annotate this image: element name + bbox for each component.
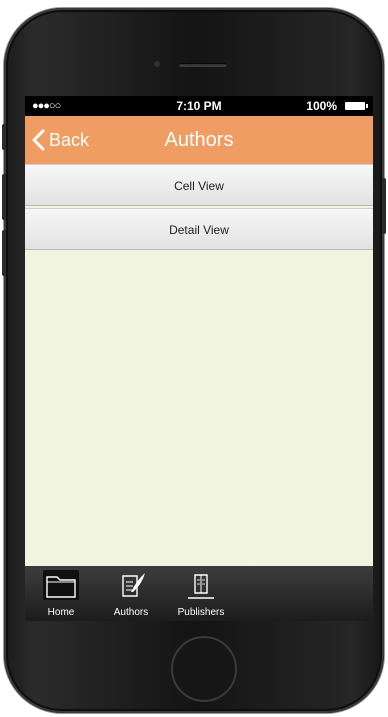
quill-icon xyxy=(122,573,145,597)
tab-publishers-label: Publishers xyxy=(177,607,225,618)
front-camera xyxy=(154,61,160,67)
back-button[interactable]: Back xyxy=(31,128,89,152)
home-button[interactable] xyxy=(171,636,237,702)
tab-home-label: Home xyxy=(47,607,75,618)
volume-down-button xyxy=(2,230,6,276)
tab-authors[interactable]: Authors xyxy=(95,566,167,621)
status-bar: ●●●○○ 7:10 PM 100% xyxy=(25,96,373,116)
battery-percent: 100% xyxy=(306,99,337,113)
app-screen: ●●●○○ 7:10 PM 100% Back Authors Cell Vie… xyxy=(25,96,373,621)
cell-view-button[interactable]: Cell View xyxy=(25,164,373,206)
navigation-bar: Back Authors xyxy=(25,116,373,164)
volume-up-button xyxy=(2,174,6,220)
tab-home[interactable]: Home xyxy=(25,566,97,621)
earpiece-speaker xyxy=(179,63,227,67)
tab-bar: Home Authors Publishers xyxy=(25,566,373,621)
chevron-left-icon xyxy=(32,129,45,151)
tab-authors-label: Authors xyxy=(113,607,149,618)
battery-icon xyxy=(345,102,368,110)
book-icon xyxy=(188,574,214,599)
mute-switch xyxy=(2,124,6,150)
power-button xyxy=(382,178,386,234)
detail-view-button[interactable]: Detail View xyxy=(25,208,373,250)
folder-icon xyxy=(43,570,79,600)
tab-publishers[interactable]: Publishers xyxy=(165,566,237,621)
back-button-label: Back xyxy=(49,129,90,150)
